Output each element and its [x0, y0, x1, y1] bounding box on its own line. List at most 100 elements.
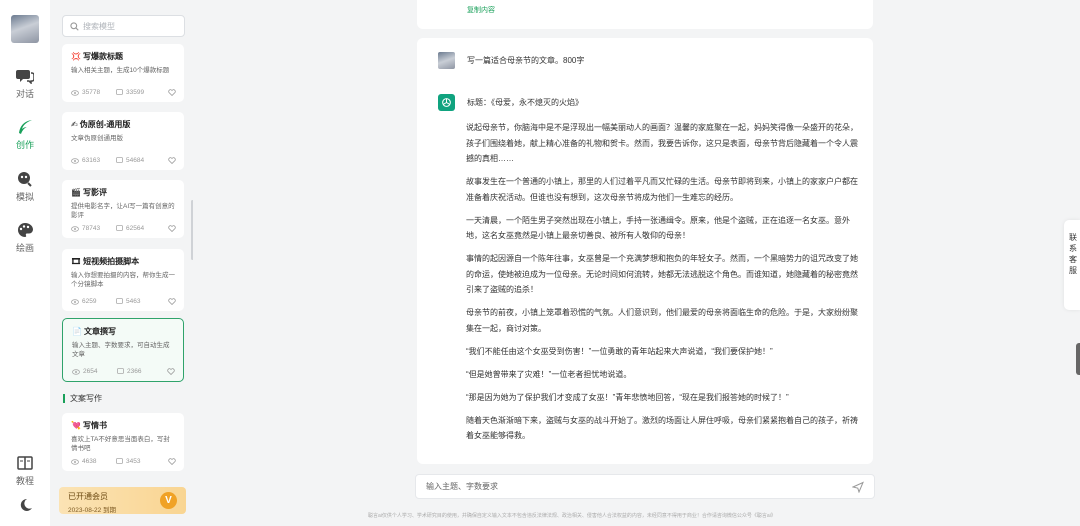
chat-area: 复制内容 写一篇适合母亲节的文章。800字 标题：《母爱，永不熄灭的火焰》 说起…	[193, 0, 1080, 526]
section-title: 文案写作	[63, 393, 102, 404]
book-icon	[17, 456, 33, 470]
view-count-value: 4638	[82, 458, 97, 465]
message-input[interactable]	[426, 482, 852, 491]
reply-paragraph: 母亲节的前夜，小镇上笼罩着恐慌的气氛。人们意识到，他们最爱的母亲将面临生命的危险…	[466, 308, 858, 333]
user-message: 写一篇适合母亲节的文章。800字	[467, 56, 585, 65]
model-desc: 喜欢上TA不好意思当面表白，写封情书吧	[71, 436, 170, 452]
openai-logo-icon	[442, 98, 451, 107]
model-card-selected[interactable]: 📄 文章撰写 输入主题、字数要求，可自动生成文章 2654 2366	[62, 318, 184, 382]
reply-paragraph: “我们不能任由这个女巫受到伤害！”一位勇敢的青年站起来大声说道，“我们要保护她！…	[466, 346, 773, 356]
heart-icon[interactable]	[168, 157, 176, 164]
heart-icon[interactable]	[168, 298, 176, 305]
conversation-card: 写一篇适合母亲节的文章。800字 标题：《母爱，永不熄灭的火焰》 说起母亲节，你…	[417, 38, 873, 464]
model-title: 伪原创-通用版	[79, 120, 131, 129]
use-count: 54684	[116, 157, 161, 164]
model-title: 短视频拍摄脚本	[83, 257, 140, 266]
model-stats: 4638 3453	[71, 458, 176, 465]
feather-icon	[19, 120, 32, 134]
model-card-title: 📄 文章撰写	[72, 326, 175, 337]
model-title: 写爆款标题	[82, 52, 123, 61]
view-count: 35778	[71, 89, 116, 96]
nav-chat[interactable]: 对话	[0, 68, 50, 100]
view-count: 2654	[72, 368, 117, 375]
search-icon	[70, 21, 79, 31]
palette-icon	[18, 223, 33, 237]
model-emoji: 🎞	[71, 257, 82, 266]
moon-icon	[20, 498, 32, 511]
model-panel: 💢写爆款标题 输入相关主题，生成10个爆款标题 35778 33599 ✍伪原创…	[50, 0, 193, 526]
contact-support-button[interactable]: 联系客服	[1064, 220, 1080, 310]
nav-tutorial-label: 教程	[15, 476, 34, 486]
message-icon	[116, 225, 123, 231]
model-stats: 78743 62564	[71, 225, 176, 232]
view-count-value: 78743	[82, 225, 101, 232]
message-icon	[116, 89, 123, 95]
model-card[interactable]: 💘 写情书 喜欢上TA不好意思当面表白，写封情书吧 4638 3453	[62, 413, 184, 471]
model-emoji: 💘	[71, 421, 81, 430]
user-avatar[interactable]	[11, 15, 39, 43]
model-desc: 输入相关主题，生成10个爆款标题	[71, 67, 170, 74]
user-message-row: 写一篇适合母亲节的文章。800字	[438, 52, 584, 69]
nav-tutorial[interactable]: 教程	[0, 455, 50, 487]
model-card[interactable]: 💢 写爆款标题 输入相关主题，生成10个爆款标题 35778 33599	[62, 44, 184, 102]
model-card-title: 💘 写情书	[71, 420, 176, 431]
model-card[interactable]: 🎬 写影评 提供电影名字，让AI写一篇有创意的影评 78743 62564	[62, 180, 184, 238]
nav-draw[interactable]: 绘画	[0, 222, 50, 254]
ai-reply-title: 标题：《母爱，永不熄灭的火焰》	[467, 98, 583, 107]
nav-create[interactable]: 创作	[0, 119, 50, 151]
composer	[415, 474, 875, 499]
nav-simulate[interactable]: 模拟	[0, 171, 50, 203]
vip-status[interactable]: 已开通会员 2023-08-22 到期 V	[59, 487, 186, 514]
contact-support-label: 联系客服	[1069, 233, 1077, 275]
model-desc: 输入主题、字数要求，可自动生成文章	[72, 342, 170, 358]
message-icon	[116, 298, 123, 304]
model-card[interactable]: ✍ 伪原创-通用版 文章伪原创通用版 63163 54684	[62, 112, 184, 170]
heart-icon[interactable]	[168, 89, 176, 96]
model-stats: 35778 33599	[71, 89, 176, 96]
eye-icon	[71, 157, 79, 164]
message-icon	[116, 458, 123, 464]
use-count: 62564	[116, 225, 161, 232]
copy-content-button[interactable]: 复制内容	[467, 5, 495, 15]
use-count: 3453	[116, 458, 161, 465]
view-count: 6259	[71, 298, 116, 305]
eye-icon	[71, 225, 79, 232]
message-icon	[116, 157, 123, 163]
search-input[interactable]	[83, 21, 183, 31]
model-search	[62, 15, 185, 37]
side-drawer-handle[interactable]	[1076, 343, 1080, 375]
user-message-avatar	[438, 52, 455, 69]
role-play-icon	[18, 172, 32, 187]
eye-icon	[71, 89, 79, 96]
use-count-value: 2366	[127, 368, 142, 375]
ai-reply-body: 说起母亲节，你脑海中是不是浮现出一幅美丽动人的画面？温馨的家庭聚在一起，妈妈笑得…	[466, 120, 859, 451]
model-card[interactable]: 🎞 短视频拍摄脚本 输入你想要拍摄的内容，帮你生成一个分镜脚本 6259 5463	[62, 249, 184, 311]
nav-draw-label: 绘画	[15, 243, 34, 253]
model-title: 写情书	[82, 421, 107, 430]
view-count: 78743	[71, 225, 116, 232]
nav-simulate-label: 模拟	[15, 192, 34, 202]
model-emoji: 💢	[71, 52, 81, 61]
icon-rail: 对话 创作 模拟 绘画 教程	[0, 0, 50, 526]
heart-icon[interactable]	[168, 225, 176, 232]
reply-paragraph: “那是因为她为了保护我们才变成了女巫！”青年悲愤地回答，“现在是我们报答她的时候…	[466, 392, 789, 402]
model-card-title: ✍ 伪原创-通用版	[71, 119, 176, 130]
use-count-value: 33599	[126, 89, 145, 96]
theme-toggle[interactable]	[0, 497, 50, 516]
model-stats: 6259 5463	[71, 298, 176, 305]
reply-paragraph: 说起母亲节，你脑海中是不是浮现出一幅美丽动人的画面？温馨的家庭聚在一起，妈妈笑得…	[466, 123, 858, 163]
use-count-value: 54684	[126, 157, 145, 164]
model-card-title: 🎬 写影评	[71, 187, 176, 198]
view-count-value: 63163	[82, 157, 101, 164]
view-count-value: 6259	[82, 298, 97, 305]
model-emoji: ✍	[71, 120, 78, 129]
send-icon[interactable]	[852, 481, 864, 493]
ai-message-row: 标题：《母爱，永不熄灭的火焰》	[438, 94, 583, 111]
section-marker	[63, 394, 65, 403]
nav-chat-label: 对话	[15, 89, 34, 99]
heart-icon[interactable]	[167, 368, 175, 375]
chat-icon	[16, 70, 34, 84]
ai-avatar	[438, 94, 455, 111]
model-stats: 2654 2366	[72, 368, 175, 375]
heart-icon[interactable]	[168, 458, 176, 465]
